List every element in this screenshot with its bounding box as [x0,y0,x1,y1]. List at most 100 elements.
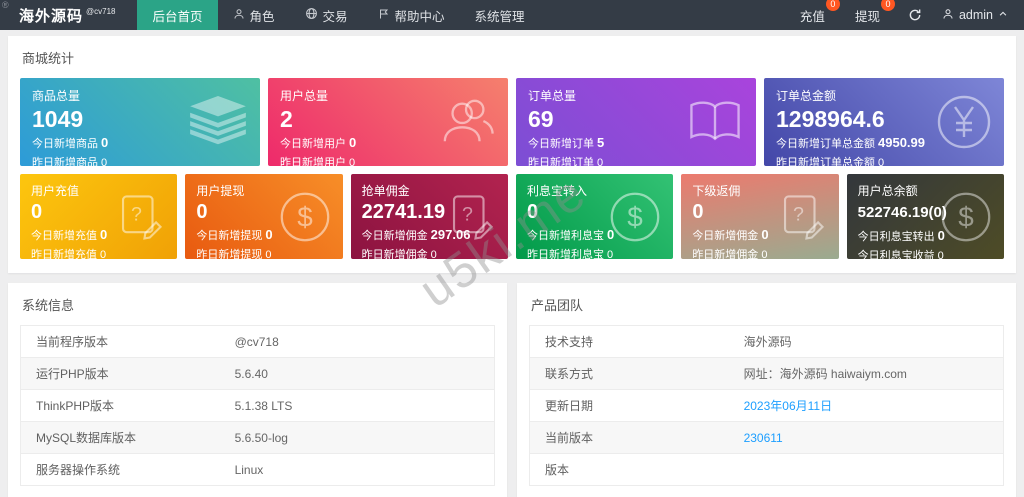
stats-row-small: 用户充值 0 今日新增充值 0 昨日新增充值 0 ? 用户提现 0 今日新增提现 0 … [20,174,1004,259]
info-value: 海外源码 [743,335,792,349]
yest-label: 昨日新增佣金 [692,249,759,259]
svg-text:$: $ [297,201,313,232]
info-label: 联系方式 [545,367,594,381]
today-value: 0 [101,135,109,151]
menu-item-help-center[interactable]: 帮助中心 [363,0,460,30]
today-label: 今日新增商品 [32,138,98,151]
stat-card-products: 商品总量 1049 今日新增商品 0 昨日新增商品 0 [20,78,260,166]
doc-question-icon: ? [115,192,165,242]
table-row: 当前版本 230611 [529,421,1004,454]
update-date-link[interactable]: 2023年06月11日 [729,390,1004,422]
system-info-title: 系统信息 [22,298,75,313]
today-value: 0 [761,227,769,242]
yest-label: 昨日新增充值 [31,249,97,259]
user-icon [942,8,954,23]
logo-version: @cv718 [86,6,116,16]
menu-item-roles[interactable]: 角色 [218,0,290,30]
today-value: 0 [349,135,357,151]
yest-value: 0 [606,249,614,259]
svg-text:$: $ [958,201,974,232]
info-label: 运行PHP版本 [36,367,109,381]
dollar-circle-icon: $ [940,191,992,243]
app-logo: 海外源码 @cv718 [0,0,137,30]
yest-label: 昨日新增用户 [280,157,346,166]
info-value [729,454,1004,486]
doc-question-icon: ? [777,192,827,242]
card-yesterday: 昨日新增订单 0 [528,154,744,166]
info-value: 5.1.38 LTS [234,398,293,413]
menu-item-home[interactable]: 后台首页 [137,0,218,30]
today-value: 5 [597,135,605,151]
dollar-circle-icon: $ [609,191,661,243]
menu-label: 帮助中心 [394,9,445,24]
chevron-up-icon [998,8,1008,22]
menu-item-system[interactable]: 系统管理 [460,0,540,30]
today-label: 今日利息宝转出 [857,231,935,243]
info-label: 版本 [545,463,570,477]
svg-text:$: $ [628,201,644,232]
table-row: 服务器操作系统 Linux [20,454,495,486]
stat-card-recharge: 用户充值 0 今日新增充值 0 昨日新增充值 0 ? [20,174,178,259]
table-row: 联系方式 网址：海外源码 haiwaiym.com [529,357,1004,390]
withdraw-badge: 0 [880,0,895,11]
recharge-label: 充值 [799,9,825,24]
menu-label: 角色 [249,9,275,24]
card-yesterday: 昨日新增提现 0 [196,246,331,259]
doc-question-icon: ? [446,192,496,242]
product-team-table: 技术支持 海外源码 联系方式 网址：海外源码 haiwaiym.com 更新日期… [529,325,1004,486]
menu-item-trade[interactable]: 交易 [290,0,363,30]
today-label: 今日新增利息宝 [526,230,604,242]
recharge-button[interactable]: 充值 0 [792,0,840,25]
today-label: 今日新增佣金 [692,230,759,242]
table-row: MySQL数据库版本 5.6.50-log [20,421,495,454]
recharge-badge: 0 [825,0,840,11]
yest-value: 0 [349,157,356,166]
menu-label: 系统管理 [474,9,525,24]
today-value: 0 [265,227,273,242]
refresh-icon[interactable] [908,8,922,22]
stats-panel: 商城统计 商品总量 1049 今日新增商品 0 昨日新增商品 0 用户总量 2 今日… [8,36,1016,273]
system-info-panel: 系统信息 当前程序版本 @cv718 运行PHP版本 5.6.40 ThinkP… [8,283,507,497]
yen-circle-icon [936,94,992,150]
stat-card-commission: 抢单佣金 22741.19 今日新增佣金 297.06 昨日新增佣金 0 ? [350,174,508,259]
card-yesterday: 昨日新增充值 0 [31,246,166,259]
yest-value: 0 [101,157,108,166]
withdraw-button[interactable]: 提现 0 [847,0,895,25]
table-row: 更新日期 2023年06月11日 [529,390,1004,422]
table-row: 版本 [529,454,1004,486]
stat-card-orders: 订单总量 69 今日新增订单 5 昨日新增订单 0 [516,78,756,166]
layers-icon [188,96,248,148]
table-row: ThinkPHP版本 5.1.38 LTS [20,390,495,422]
product-team-panel: 产品团队 技术支持 海外源码 联系方式 网址：海外源码 haiwaiym.com… [517,283,1016,497]
card-yesterday: 昨日新增商品 0 [32,154,248,166]
yest-value: 0 [100,249,107,259]
user-name: admin [958,8,993,22]
today-label: 今日新增佣金 [361,230,428,242]
info-label: 当前版本 [545,431,594,445]
today-label: 今日新增用户 [280,138,346,151]
dollar-circle-icon: $ [279,191,331,243]
today-value: 4950.99 [878,135,925,151]
current-version-link[interactable]: 230611 [729,422,1004,454]
card-yesterday: 昨日新增用户 0 [280,154,496,166]
user-dropdown[interactable]: admin [936,8,1014,23]
book-icon [686,98,744,146]
info-label: 技术支持 [545,335,594,349]
menu-label: 交易 [322,9,348,24]
withdraw-label: 提现 [854,9,880,24]
table-row: 运行PHP版本 5.6.40 [20,357,495,390]
card-yesterday: 昨日新增利息宝 0 [527,246,662,259]
card-yesterday: 昨日新增佣金 0 [692,246,827,259]
user-icon [233,8,245,23]
users-icon [438,95,496,149]
svg-text:?: ? [462,203,473,225]
yest-label: 昨日新增订单 [528,157,594,166]
yest-value: 0 [265,249,272,259]
logo-text: 海外源码 [19,7,84,25]
info-label: 服务器操作系统 [36,463,121,477]
yest-label: 昨日新增利息宝 [526,249,604,259]
table-row: 技术支持 海外源码 [529,326,1004,358]
yest-value: 0 [761,249,768,259]
yest-value: 0 [878,157,885,166]
product-team-title: 产品团队 [531,298,584,313]
